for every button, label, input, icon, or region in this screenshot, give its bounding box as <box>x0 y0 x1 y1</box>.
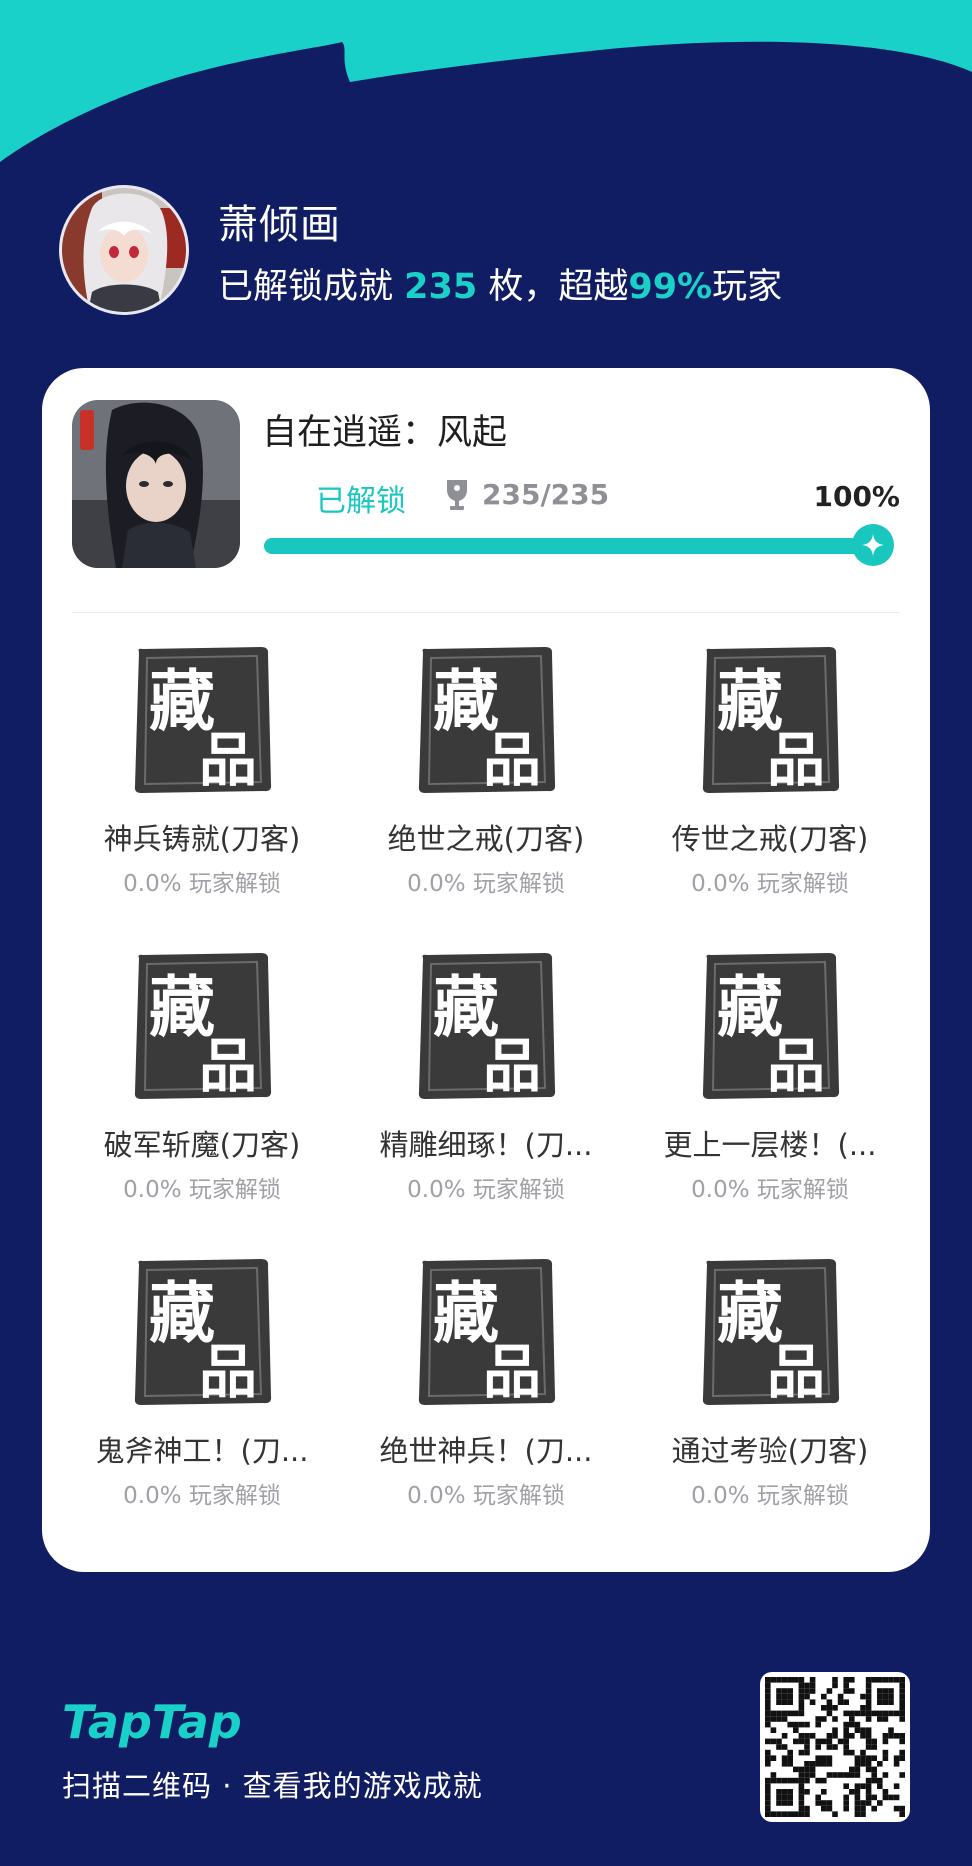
achievement-name: 绝世神兵！(刀... <box>379 1434 593 1468</box>
achievement-unlock-rate: 0.0% 玩家解锁 <box>691 1177 849 1203</box>
collection-seal-icon: 藏 品 <box>134 953 272 1100</box>
qr-code-image <box>765 1677 905 1817</box>
collection-seal-icon: 藏 品 <box>702 953 840 1100</box>
achievement-name: 精雕细琢！(刀... <box>379 1128 593 1162</box>
achievement-unlock-rate: 0.0% 玩家解锁 <box>691 871 849 897</box>
collection-seal-icon: 藏 品 <box>418 953 556 1100</box>
unlocked-status-tab[interactable]: 已解锁 <box>316 476 406 520</box>
svg-text:品: 品 <box>199 1338 257 1406</box>
collection-seal-icon: 藏 品 <box>418 1259 556 1406</box>
svg-text:品: 品 <box>767 1032 825 1100</box>
svg-text:品: 品 <box>483 726 541 794</box>
achievement-name: 神兵铸就(刀客) <box>103 822 301 856</box>
achievement-percent: 100% <box>813 480 900 513</box>
achievement-name: 传世之戒(刀客) <box>671 822 869 856</box>
achievement-item[interactable]: 藏 品 更上一层楼！(... 0.0% 玩家解锁 <box>628 950 912 1256</box>
achievement-name: 绝世之戒(刀客) <box>387 822 585 856</box>
achievement-card: 自在逍遥：风起 已解锁 235/235 100% 藏 品 神兵铸就(刀客) 0.0… <box>42 368 930 1572</box>
achievement-item[interactable]: 藏 品 精雕细琢！(刀... 0.0% 玩家解锁 <box>344 950 628 1256</box>
user-name: 萧倾画 <box>218 202 341 248</box>
achievement-name: 鬼斧神工！(刀... <box>95 1434 309 1468</box>
svg-text:品: 品 <box>199 1032 257 1100</box>
beat-percent: 99% <box>628 267 713 307</box>
avatar-portrait-image <box>62 188 186 312</box>
game-icon[interactable] <box>72 400 240 568</box>
collection-seal-icon: 藏 品 <box>702 1259 840 1406</box>
top-wave-decoration <box>0 0 972 162</box>
collection-seal-icon: 藏 品 <box>702 647 840 794</box>
achievement-progress-count: 235/235 <box>482 478 610 511</box>
card-divider <box>72 612 900 613</box>
stat-middle: 枚，超越 <box>477 267 629 307</box>
svg-text:品: 品 <box>767 1338 825 1406</box>
achievement-item[interactable]: 藏 品 传世之戒(刀客) 0.0% 玩家解锁 <box>628 644 912 950</box>
svg-text:品: 品 <box>483 1338 541 1406</box>
collection-seal-icon: 藏 品 <box>134 1259 272 1406</box>
taptap-logo: TapTap <box>62 1695 242 1749</box>
trophy-icon <box>447 480 467 510</box>
collection-seal-icon: 藏 品 <box>418 647 556 794</box>
qr-code[interactable] <box>760 1672 910 1822</box>
sparkle-icon <box>862 534 884 556</box>
progress-bar-track <box>264 538 892 554</box>
achievement-unlock-rate: 0.0% 玩家解锁 <box>123 1483 281 1509</box>
user-achievement-summary: 已解锁成就 235 枚，超越99%玩家 <box>218 258 782 309</box>
achievement-item[interactable]: 藏 品 绝世神兵！(刀... 0.0% 玩家解锁 <box>344 1256 628 1562</box>
achievement-grid: 藏 品 神兵铸就(刀客) 0.0% 玩家解锁 藏 品 绝世之戒(刀客) 0.0% 玩… <box>60 644 912 1562</box>
achievement-name: 通过考验(刀客) <box>671 1434 869 1468</box>
achievement-name: 破军斩魔(刀客) <box>103 1128 301 1162</box>
svg-text:品: 品 <box>767 726 825 794</box>
achievement-item[interactable]: 藏 品 破军斩魔(刀客) 0.0% 玩家解锁 <box>60 950 344 1256</box>
svg-text:品: 品 <box>199 726 257 794</box>
taptap-logo-text: TapTap <box>62 1695 242 1749</box>
achievement-unlock-rate: 0.0% 玩家解锁 <box>123 1177 281 1203</box>
game-art-image <box>72 400 240 568</box>
svg-text:品: 品 <box>483 1032 541 1100</box>
achievement-item[interactable]: 藏 品 通过考验(刀客) 0.0% 玩家解锁 <box>628 1256 912 1562</box>
stat-suffix: 玩家 <box>712 267 783 307</box>
scan-qr-instruction: 扫描二维码 · 查看我的游戏成就 <box>62 1769 483 1803</box>
achievement-name: 更上一层楼！(... <box>663 1128 877 1162</box>
achievement-unlock-rate: 0.0% 玩家解锁 <box>407 871 565 897</box>
progress-knob <box>852 524 894 566</box>
unlocked-count: 235 <box>404 267 478 307</box>
achievement-item[interactable]: 藏 品 鬼斧神工！(刀... 0.0% 玩家解锁 <box>60 1256 344 1562</box>
achievement-unlock-rate: 0.0% 玩家解锁 <box>123 871 281 897</box>
achievement-item[interactable]: 藏 品 神兵铸就(刀客) 0.0% 玩家解锁 <box>60 644 344 950</box>
achievement-unlock-rate: 0.0% 玩家解锁 <box>691 1483 849 1509</box>
user-avatar[interactable] <box>62 188 186 312</box>
collection-seal-icon: 藏 品 <box>134 647 272 794</box>
stat-prefix: 已解锁成就 <box>218 267 405 307</box>
achievement-unlock-rate: 0.0% 玩家解锁 <box>407 1177 565 1203</box>
progress-bar-fill <box>264 538 892 554</box>
game-title: 自在逍遥：风起 <box>262 413 508 453</box>
achievement-item[interactable]: 藏 品 绝世之戒(刀客) 0.0% 玩家解锁 <box>344 644 628 950</box>
achievement-unlock-rate: 0.0% 玩家解锁 <box>407 1483 565 1509</box>
